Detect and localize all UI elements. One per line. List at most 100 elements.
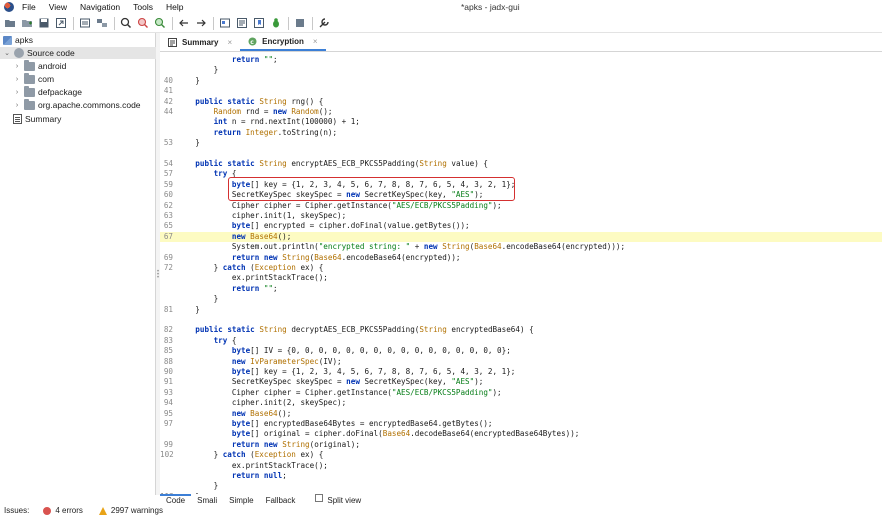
code-text[interactable]: public static String decryptAES_ECB_PKCS… <box>177 325 533 335</box>
tree-root[interactable]: apks <box>0 34 156 46</box>
code-text[interactable]: } <box>177 305 200 315</box>
debug-icon[interactable] <box>269 16 283 30</box>
code-text[interactable]: byte[] key = {1, 2, 3, 4, 5, 6, 7, 8, 8,… <box>177 367 515 377</box>
find-usage-icon[interactable] <box>153 16 167 30</box>
sync-icon[interactable] <box>78 16 92 30</box>
tree-package-com[interactable]: › com <box>0 72 156 85</box>
stop-icon[interactable] <box>293 16 307 30</box>
code-line[interactable]: 81 } <box>160 305 882 315</box>
code-text[interactable]: return null; <box>177 471 287 481</box>
menu-help[interactable]: Help <box>166 2 183 12</box>
menu-tools[interactable]: Tools <box>133 2 153 12</box>
code-text[interactable]: ex.printStackTrace(); <box>177 273 328 283</box>
chevron-right-icon[interactable]: › <box>13 62 21 70</box>
code-text[interactable]: cipher.init(1, skeySpec); <box>177 211 346 221</box>
code-line[interactable]: 95 new Base64(); <box>160 409 882 419</box>
code-text[interactable]: public static String rng() { <box>177 97 323 107</box>
code-line[interactable]: 97 byte[] encryptedBase64Bytes = encrypt… <box>160 419 882 429</box>
code-text[interactable]: return ""; <box>177 284 278 294</box>
code-text[interactable]: return new String(original); <box>177 440 360 450</box>
code-text[interactable]: byte[] encryptedBase64Bytes = encryptedB… <box>177 419 493 429</box>
bookmark-icon[interactable] <box>252 16 266 30</box>
tree-package-org[interactable]: › org.apache.commons.code <box>0 98 156 111</box>
code-text[interactable]: byte[] encrypted = cipher.doFinal(value.… <box>177 221 470 231</box>
code-text[interactable]: byte[] original = cipher.doFinal(Base64.… <box>177 429 580 439</box>
settings-icon[interactable] <box>317 16 331 30</box>
code-line[interactable]: 99 return new String(original); <box>160 440 882 450</box>
errors-count[interactable]: 4 errors <box>55 506 83 515</box>
tab-simple[interactable]: Simple <box>223 494 259 506</box>
back-icon[interactable] <box>177 16 191 30</box>
code-line[interactable]: 72 } catch (Exception ex) { <box>160 263 882 273</box>
menu-view[interactable]: View <box>49 2 67 12</box>
code-line[interactable]: 40 } <box>160 76 882 86</box>
code-line[interactable]: ex.printStackTrace(); <box>160 461 882 471</box>
code-line[interactable]: 42 public static String rng() { <box>160 97 882 107</box>
tree-package-android[interactable]: › android <box>0 59 156 72</box>
flatten-icon[interactable] <box>95 16 109 30</box>
code-text[interactable]: return Integer.toString(n); <box>177 128 337 138</box>
code-line[interactable]: 44 Random rnd = new Random(); <box>160 107 882 117</box>
code-text[interactable]: public static String encryptAES_ECB_PKCS… <box>177 159 488 169</box>
code-line[interactable]: 63 cipher.init(1, skeySpec); <box>160 211 882 221</box>
error-icon[interactable] <box>43 506 52 515</box>
code-line[interactable]: 85 byte[] IV = {0, 0, 0, 0, 0, 0, 0, 0, … <box>160 346 882 356</box>
code-line[interactable] <box>160 149 882 159</box>
code-line[interactable]: System.out.println("encrypted string: " … <box>160 242 882 252</box>
code-text[interactable]: } <box>177 481 219 491</box>
code-text[interactable]: } catch (Exception ex) { <box>177 263 324 273</box>
code-line[interactable]: return null; <box>160 471 882 481</box>
tree-package-defpackage[interactable]: › defpackage <box>0 85 156 98</box>
code-text[interactable]: int n = rnd.nextInt(100000) + 1; <box>177 117 360 127</box>
menu-file[interactable]: File <box>22 2 36 12</box>
code-line[interactable]: return ""; <box>160 55 882 65</box>
code-line[interactable]: 67 new Base64(); <box>160 231 882 243</box>
code-text[interactable]: Cipher cipher = Cipher.getInstance("AES/… <box>177 201 502 211</box>
code-line[interactable]: 94 cipher.init(2, skeySpec); <box>160 398 882 408</box>
warning-icon[interactable] <box>98 506 107 515</box>
code-line[interactable]: } <box>160 481 882 491</box>
tab-code[interactable]: Code <box>160 494 192 506</box>
code-line[interactable]: 102 } catch (Exception ex) { <box>160 450 882 460</box>
code-line[interactable]: 65 byte[] encrypted = cipher.doFinal(val… <box>160 221 882 231</box>
code-text[interactable]: new IvParameterSpec(IV); <box>177 357 342 367</box>
code-text[interactable]: } catch (Exception ex) { <box>177 450 324 460</box>
close-icon[interactable]: × <box>313 37 318 46</box>
code-text[interactable]: System.out.println("encrypted string: " … <box>177 242 625 252</box>
chevron-right-icon[interactable]: › <box>13 101 21 109</box>
chevron-right-icon[interactable]: › <box>13 88 21 96</box>
code-line[interactable]: 91 SecretKeySpec skeySpec = new SecretKe… <box>160 377 882 387</box>
tree-summary[interactable]: Summary <box>0 113 156 125</box>
code-line[interactable]: ex.printStackTrace(); <box>160 273 882 283</box>
code-line[interactable]: 88 new IvParameterSpec(IV); <box>160 357 882 367</box>
code-line[interactable]: 83 try { <box>160 336 882 346</box>
decompile-all-icon[interactable] <box>235 16 249 30</box>
code-line[interactable]: } <box>160 294 882 304</box>
tab-summary[interactable]: Summary × <box>160 33 240 51</box>
code-text[interactable]: } <box>177 294 219 304</box>
code-text[interactable]: } <box>177 76 200 86</box>
code-line[interactable] <box>160 315 882 325</box>
code-line[interactable]: return Integer.toString(n); <box>160 128 882 138</box>
tab-fallback[interactable]: Fallback <box>260 494 302 506</box>
tab-encryption[interactable]: c Encryption × <box>240 33 326 51</box>
code-line[interactable]: int n = rnd.nextInt(100000) + 1; <box>160 117 882 127</box>
close-icon[interactable]: × <box>227 38 232 47</box>
add-icon[interactable] <box>20 16 34 30</box>
code-line[interactable]: 41 <box>160 86 882 96</box>
chevron-down-icon[interactable]: ⌄ <box>3 49 11 57</box>
export-icon[interactable] <box>54 16 68 30</box>
code-line[interactable]: byte[] original = cipher.doFinal(Base64.… <box>160 429 882 439</box>
tab-smali[interactable]: Smali <box>191 494 223 506</box>
code-line[interactable]: 93 Cipher cipher = Cipher.getInstance("A… <box>160 388 882 398</box>
code-line[interactable]: 62 Cipher cipher = Cipher.getInstance("A… <box>160 201 882 211</box>
chevron-right-icon[interactable]: › <box>13 75 21 83</box>
forward-icon[interactable] <box>194 16 208 30</box>
code-text[interactable]: new Base64(); <box>177 409 291 419</box>
code-line[interactable]: } <box>160 65 882 75</box>
open-icon[interactable] <box>3 16 17 30</box>
menu-navigation[interactable]: Navigation <box>80 2 120 12</box>
code-text[interactable]: new Base64(); <box>177 232 291 242</box>
search-icon[interactable] <box>119 16 133 30</box>
code-line[interactable]: 90 byte[] key = {1, 2, 3, 4, 5, 6, 7, 8,… <box>160 367 882 377</box>
